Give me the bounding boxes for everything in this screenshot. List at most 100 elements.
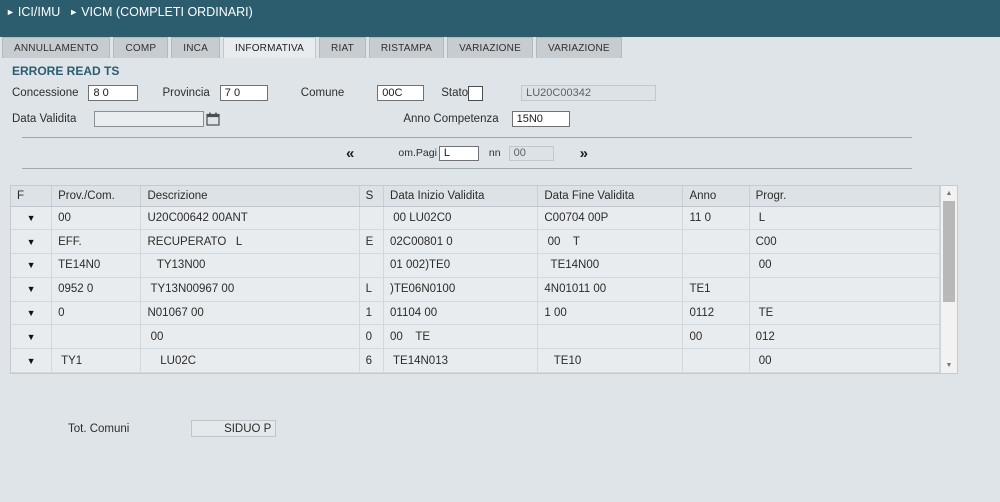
column-header-data-fine[interactable]: Data Fine Validita (537, 186, 684, 207)
page-input[interactable] (438, 145, 479, 161)
count-label: nn (488, 147, 501, 159)
form-row-1: Concessione Provincia Comune Stato (12, 82, 1000, 104)
chevron-down-icon[interactable]: ▼ (27, 351, 36, 371)
count-field (508, 145, 554, 161)
row-dropdown-cell[interactable]: ▼ (11, 277, 53, 302)
cell-data-fine: 00 T (537, 229, 684, 255)
row-dropdown-cell[interactable]: ▼ (11, 301, 53, 326)
row-dropdown-cell[interactable]: ▼ (11, 229, 53, 255)
table-row[interactable]: ▼ 00 0 00 TE 00 012 (11, 324, 941, 350)
tot-comuni-label: Tot. Comuni (68, 422, 130, 435)
chevron-down-icon[interactable]: ▼ (27, 208, 36, 228)
comune-input[interactable] (377, 85, 425, 101)
cell-prov: 00 (51, 206, 142, 231)
cell-desc: N01067 00 (140, 301, 360, 326)
cell-progr: C00 (749, 229, 941, 255)
column-header-desc[interactable]: Descrizione (140, 186, 360, 207)
stato-label: Stato (441, 87, 469, 99)
cell-s (359, 253, 385, 278)
cell-progr (749, 277, 941, 302)
tab-ristampa[interactable]: RISTAMPA (368, 37, 445, 58)
column-header-data-inizio[interactable]: Data Inizio Validita (383, 186, 539, 207)
breadcrumb-item-module[interactable]: ICI/IMU (18, 5, 60, 19)
status-message: ERRORE READ TS (12, 64, 120, 78)
concessione-label: Concessione (12, 87, 79, 99)
scroll-up-icon[interactable]: ▲ (941, 186, 957, 201)
tab-variazione-1[interactable]: VARIAZIONE (447, 37, 533, 58)
cell-data-fine: TE14N00 (537, 253, 684, 278)
cell-prov: TY1 (51, 348, 142, 373)
cell-anno: 11 0 (682, 206, 750, 231)
provincia-label: Provincia (162, 87, 210, 99)
table-row[interactable]: ▼ 00 U20C00642 00ANT 00 LU02C0 C00704 00… (11, 206, 941, 231)
chevron-down-icon[interactable]: ▼ (27, 232, 36, 252)
cell-s: E (359, 229, 385, 255)
cell-data-inizio: 00 LU02C0 (383, 206, 539, 231)
scrollbar-thumb[interactable] (943, 201, 955, 302)
anno-competenza-label: Anno Competenza (403, 113, 499, 125)
row-dropdown-cell[interactable]: ▼ (11, 253, 53, 278)
column-header-prov[interactable]: Prov./Com. (51, 186, 142, 207)
column-header-anno[interactable]: Anno (682, 186, 750, 207)
breadcrumb-arrow-icon: ► (69, 6, 79, 17)
calendar-icon[interactable] (206, 112, 220, 126)
cell-data-inizio: 00 TE (383, 324, 539, 350)
table-row[interactable]: ▼ 0 N01067 00 1 01104 00 1 00 0112 TE (11, 301, 941, 326)
stato-checkbox[interactable] (468, 85, 484, 101)
breadcrumb-item-page[interactable]: VICM (COMPLETI ORDINARI) (81, 5, 253, 19)
cell-desc: TY13N00 (140, 253, 360, 278)
codice-readonly-field (521, 85, 657, 101)
tab-annullamento[interactable]: ANNULLAMENTO (2, 37, 111, 58)
column-header-f[interactable]: F (11, 186, 53, 207)
chevron-down-icon[interactable]: ▼ (27, 255, 36, 275)
chevron-down-icon[interactable]: ▼ (27, 279, 36, 299)
column-header-progr[interactable]: Progr. (749, 186, 941, 207)
cell-data-inizio: 01104 00 (383, 301, 539, 326)
page-label: om.Pagi (398, 147, 437, 159)
app-header: ► ICI/IMU ► VICM (COMPLETI ORDINARI) (0, 0, 1000, 37)
tab-informativa[interactable]: INFORMATIVA (222, 37, 317, 58)
column-header-s[interactable]: S (359, 186, 385, 207)
data-validita-input[interactable] (94, 111, 205, 127)
table-row[interactable]: ▼ EFF. RECUPERATO L E 02C00801 0 00 T C0… (11, 229, 941, 255)
table-row[interactable]: ▼ 0952 0 TY13N00967 00 L )TE06N0100 4N01… (11, 277, 941, 302)
tab-inca[interactable]: INCA (171, 37, 220, 58)
cell-desc: LU02C (140, 348, 360, 373)
cell-anno (682, 253, 750, 278)
scrollbar-track[interactable] (941, 201, 957, 358)
cell-desc: U20C00642 00ANT (140, 206, 360, 231)
cell-data-fine: 4N01011 00 (537, 277, 684, 302)
table-row[interactable]: ▼ TE14N0 TY13N00 01 002)TE0 TE14N00 00 (11, 253, 941, 278)
next-page-icon[interactable]: » (574, 146, 594, 161)
chevron-down-icon[interactable]: ▼ (27, 327, 36, 347)
tab-strip: ANNULLAMENTO COMP INCA INFORMATIVA RIAT … (0, 37, 1000, 58)
scroll-down-icon[interactable]: ▼ (941, 358, 957, 373)
concessione-input[interactable] (88, 85, 139, 101)
row-dropdown-cell[interactable]: ▼ (11, 348, 53, 373)
row-dropdown-cell[interactable]: ▼ (11, 206, 53, 231)
cell-prov: EFF. (51, 229, 142, 255)
cell-data-fine: TE10 (537, 348, 684, 373)
cell-anno (682, 229, 750, 255)
cell-data-fine: 1 00 (537, 301, 684, 326)
provincia-input[interactable] (219, 85, 268, 101)
chevron-down-icon[interactable]: ▼ (27, 303, 36, 323)
comune-label: Comune (300, 87, 345, 99)
cell-data-fine (537, 324, 684, 350)
table-row[interactable]: ▼ TY1 LU02C 6 TE14N013 TE10 00 (11, 348, 941, 373)
tab-riat[interactable]: RIAT (319, 37, 366, 58)
cell-anno (682, 348, 750, 373)
tab-variazione-2[interactable]: VARIAZIONE (535, 37, 622, 58)
breadcrumb-arrow-icon: ► (6, 6, 15, 17)
anno-competenza-input[interactable] (511, 111, 570, 127)
row-dropdown-cell[interactable]: ▼ (11, 324, 53, 350)
cell-s: L (359, 277, 385, 302)
tab-comp[interactable]: COMP (113, 37, 169, 58)
cell-progr: 00 (749, 253, 941, 278)
cell-prov: 0 (51, 301, 142, 326)
cell-prov (51, 324, 142, 350)
prev-page-icon[interactable]: « (340, 146, 360, 161)
cell-data-inizio: 01 002)TE0 (383, 253, 539, 278)
cell-s (359, 206, 385, 231)
vertical-scrollbar[interactable]: ▲ ▼ (940, 186, 957, 373)
